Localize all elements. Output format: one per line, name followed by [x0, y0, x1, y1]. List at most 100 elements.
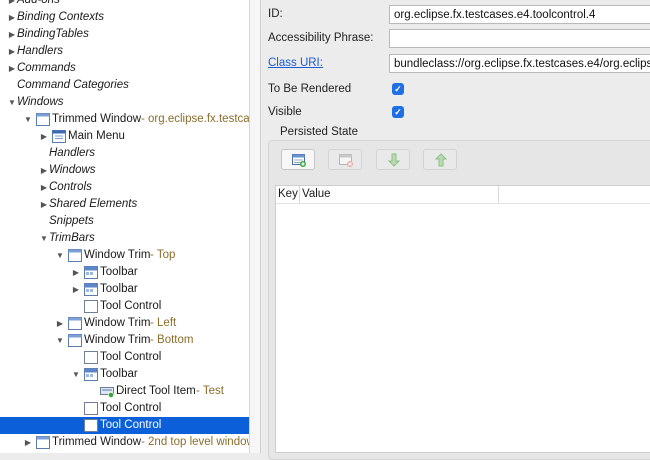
move-up-button[interactable] [423, 149, 457, 170]
to-be-rendered-checkbox[interactable]: ✓ [392, 83, 404, 95]
tree-item[interactable]: Handlers [0, 145, 249, 162]
model-tree[interactable]: ▶ Add-ons ▶ Binding Contexts ▶ BindingTables ▶… [0, 0, 249, 453]
collapsed-twisty-icon[interactable]: ▶ [71, 264, 81, 281]
toolbar-icon [84, 283, 98, 296]
tree-item[interactable]: ▶ Toolbar [0, 281, 249, 298]
tree-item[interactable]: ▶ Handlers [0, 43, 249, 60]
tree-item-label: Binding Contexts [17, 11, 104, 23]
expanded-twisty-icon[interactable]: ▼ [71, 366, 81, 383]
column-header-key[interactable]: Key [276, 186, 300, 203]
toolbar-icon [84, 266, 98, 279]
tree-item[interactable]: Snippets [0, 213, 249, 230]
tree-item[interactable]: ▼ Window Trim - Bottom [0, 332, 249, 349]
tree-item-label: Shared Elements [49, 198, 138, 210]
tree-item[interactable]: ▶ BindingTables [0, 26, 249, 43]
move-down-button[interactable] [376, 149, 410, 170]
tree-item[interactable]: ▶ Controls [0, 179, 249, 196]
collapsed-twisty-icon[interactable]: ▶ [39, 179, 49, 196]
collapsed-twisty-icon[interactable]: ▶ [71, 281, 81, 298]
menu-icon [52, 130, 66, 143]
persisted-state-table[interactable]: Key Value [275, 185, 650, 453]
tree-scrollbar[interactable] [249, 0, 261, 453]
class-uri-field[interactable] [389, 54, 650, 73]
collapsed-twisty-icon[interactable]: ▶ [39, 162, 49, 179]
tree-item-label: Window Trim [84, 317, 151, 329]
tree-item-label: Window Trim [84, 334, 151, 346]
collapsed-twisty-icon[interactable]: ▶ [39, 128, 49, 145]
tree-item-label: Tool Control [100, 419, 162, 431]
tree-item-label: Tool Control [100, 351, 162, 363]
tree-item-label: Handlers [17, 45, 64, 57]
window-icon [68, 249, 82, 262]
tree-item[interactable]: ▼ Toolbar [0, 366, 249, 383]
tree-item[interactable]: Tool Control [0, 417, 249, 434]
tree-item[interactable]: ▼ Window Trim - Top [0, 247, 249, 264]
collapsed-twisty-icon[interactable]: ▶ [55, 315, 65, 332]
tree-item[interactable]: Tool Control [0, 349, 249, 366]
visible-label: Visible [268, 106, 302, 118]
tree-item-label: TrimBars [49, 232, 95, 244]
tree-item[interactable]: ▼ Windows [0, 94, 249, 111]
collapsed-twisty-icon[interactable]: ▶ [39, 196, 49, 213]
tree-item[interactable]: ▶ Add-ons [0, 0, 249, 9]
tree-item-label: Windows [49, 164, 96, 176]
tree-item[interactable]: Direct Tool Item - Test [0, 383, 249, 400]
expanded-twisty-icon[interactable]: ▼ [23, 111, 33, 128]
tree-item-label: Windows [17, 96, 64, 108]
accessibility-phrase-label: Accessibility Phrase: [268, 32, 374, 44]
tree-item[interactable]: ▼ TrimBars [0, 230, 249, 247]
collapsed-twisty-icon[interactable]: ▶ [7, 26, 17, 43]
collapsed-twisty-icon[interactable]: ▶ [7, 9, 17, 26]
tree-item[interactable]: ▶ Windows [0, 162, 249, 179]
tree-item-description: - 2nd top level window [141, 436, 249, 448]
collapsed-twisty-icon[interactable]: ▶ [7, 60, 17, 77]
add-entry-button[interactable] [281, 149, 315, 170]
tree-item[interactable]: ▼ Trimmed Window - org.eclipse.fx.testcas… [0, 111, 249, 128]
tree-item[interactable]: ▶ Toolbar [0, 264, 249, 281]
tree-item-label: Toolbar [100, 283, 138, 295]
collapsed-twisty-icon[interactable]: ▶ [23, 434, 33, 451]
expanded-twisty-icon[interactable]: ▼ [39, 230, 49, 247]
tree-item[interactable]: ▶ Binding Contexts [0, 9, 249, 26]
class-uri-link[interactable]: Class URI: [268, 57, 323, 69]
tree-item-label: Command Categories [17, 79, 129, 91]
tree-item-label: Trimmed Window [52, 436, 142, 448]
tree-item-label: BindingTables [17, 28, 89, 40]
tree-item[interactable]: ▶ Commands [0, 60, 249, 77]
toolbar-icon [84, 368, 98, 381]
collapsed-twisty-icon[interactable]: ▶ [7, 43, 17, 60]
tree-item-label: Handlers [49, 147, 96, 159]
tree-item[interactable]: Tool Control [0, 298, 249, 315]
tree-item-label: Direct Tool Item [116, 385, 196, 397]
id-field[interactable] [389, 5, 650, 24]
tree-item-label: Tool Control [100, 402, 162, 414]
direct-tool-item-icon [100, 385, 114, 398]
tree-item-description: - Bottom [150, 334, 194, 346]
tree-item[interactable]: ▶ Window Trim - Left [0, 315, 249, 332]
tree-item[interactable]: Command Categories [0, 77, 249, 94]
tree-item[interactable]: ▶ Main Menu [0, 128, 249, 145]
expanded-twisty-icon[interactable]: ▼ [7, 94, 17, 111]
tree-item[interactable]: ▶ Trimmed Window - 2nd top level window [0, 434, 249, 451]
tree-item-label: Trimmed Window [52, 113, 142, 125]
tree-item[interactable]: ▶ Shared Elements [0, 196, 249, 213]
expanded-twisty-icon[interactable]: ▼ [55, 247, 65, 264]
to-be-rendered-label: To Be Rendered [268, 83, 352, 95]
window-icon [36, 113, 50, 126]
window-icon [68, 317, 82, 330]
tree-item-description: - Top [150, 249, 176, 261]
tree-item[interactable]: Tool Control [0, 400, 249, 417]
tree-item-label: Window Trim [84, 249, 151, 261]
expanded-twisty-icon[interactable]: ▼ [55, 332, 65, 349]
visible-checkbox[interactable]: ✓ [392, 106, 404, 118]
tree-item-label: Add-ons [17, 0, 60, 6]
persisted-state-title: Persisted State [280, 126, 358, 138]
tree-item-label: Toolbar [100, 368, 138, 380]
id-label: ID: [268, 8, 283, 20]
column-header-value[interactable]: Value [300, 186, 499, 203]
remove-entry-button[interactable] [328, 149, 362, 170]
accessibility-phrase-field[interactable] [389, 29, 650, 48]
collapsed-twisty-icon[interactable]: ▶ [7, 0, 17, 9]
tree-item-label: Controls [49, 181, 92, 193]
tool-control-icon [84, 351, 98, 364]
